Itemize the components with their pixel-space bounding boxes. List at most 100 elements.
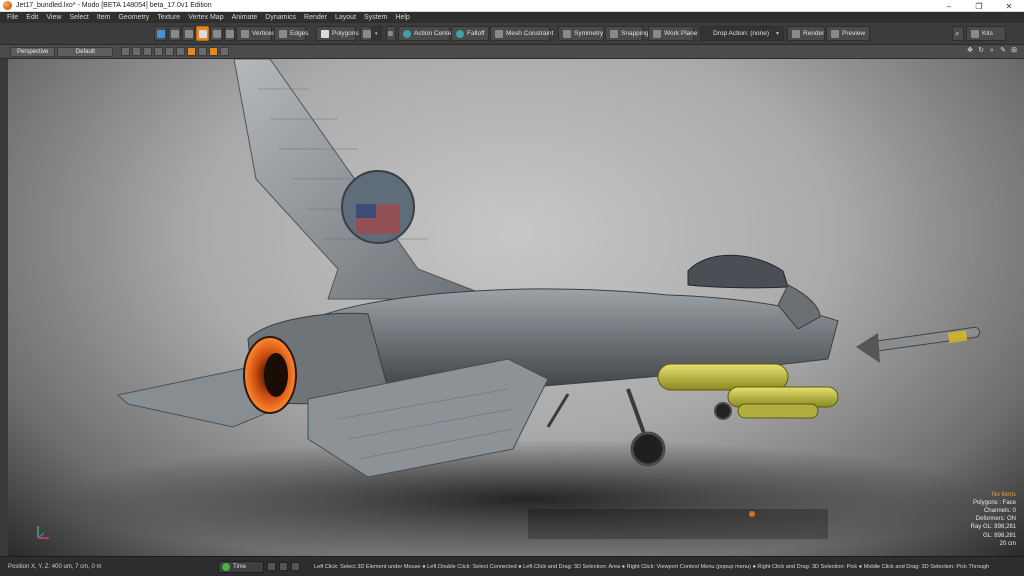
preview-button[interactable]: Preview <box>826 26 870 41</box>
menu-view[interactable]: View <box>42 12 65 23</box>
symmetry-icon <box>563 29 571 38</box>
component-mode-button[interactable] <box>196 26 209 41</box>
vertices-label: Vertices <box>252 30 276 37</box>
modo-window: Jet17_bundled.lxo* - Modo [BETA 148054] … <box>0 0 1024 576</box>
window-controls: – ❐ ✕ <box>934 0 1024 12</box>
landing-gear-wheel <box>630 431 666 467</box>
active-mode-icon[interactable] <box>187 47 197 56</box>
backdrop-icon[interactable] <box>176 47 186 56</box>
search-button[interactable]: ⌕ <box>952 26 964 41</box>
channels-info: Channels: 0 <box>983 507 1016 514</box>
missile-pod <box>737 403 819 419</box>
menu-item[interactable]: Item <box>93 12 115 23</box>
edges-label: Edges <box>290 30 309 37</box>
record-icon[interactable] <box>279 562 288 571</box>
edges-button[interactable]: Edges <box>274 26 309 41</box>
menu-render[interactable]: Render <box>300 12 331 23</box>
maximize-view-icon[interactable]: ⊞ <box>1010 47 1018 55</box>
wireframe-icon[interactable] <box>121 47 131 56</box>
select-element-button[interactable] <box>168 26 181 41</box>
selection-dropdown[interactable]: ▾ <box>373 26 382 41</box>
menu-texture[interactable]: Texture <box>153 12 184 23</box>
menu-dynamics[interactable]: Dynamics <box>261 12 300 23</box>
search-icon: ⌕ <box>955 28 960 38</box>
snapping-icon <box>610 29 618 38</box>
color-icon[interactable] <box>209 47 219 56</box>
layout-icon[interactable] <box>291 562 300 571</box>
no-items-label: No Items <box>991 491 1016 498</box>
falloff-icon <box>456 29 464 38</box>
close-button[interactable]: ✕ <box>994 0 1024 12</box>
work-plane-button[interactable]: Work Plane <box>648 26 697 41</box>
menu-edit[interactable]: Edit <box>22 12 42 23</box>
select-mode-button[interactable] <box>154 26 167 41</box>
rotate-view-icon[interactable]: ↻ <box>977 47 985 55</box>
viewport-info-panel: No Items Polygons : Face Channels: 0 Def… <box>971 491 1016 548</box>
menu-animate[interactable]: Animate <box>228 12 262 23</box>
menu-vertex-map[interactable]: Vertex Map <box>184 12 227 23</box>
action-center-button[interactable]: Action Center <box>398 26 454 41</box>
texture-icon[interactable] <box>165 47 175 56</box>
menu-geometry[interactable]: Geometry <box>114 12 153 23</box>
kits-icon <box>971 29 979 38</box>
menu-layout[interactable]: Layout <box>331 12 360 23</box>
render-icon <box>792 29 800 38</box>
chevron-down-icon: ▾ <box>776 31 780 37</box>
polygon-icon <box>321 29 329 38</box>
menu-select[interactable]: Select <box>65 12 92 23</box>
keyframe-icon[interactable] <box>267 562 276 571</box>
kits-label: Kits <box>982 30 993 37</box>
material-mode-button[interactable] <box>210 26 223 41</box>
polygons-button[interactable]: Polygons <box>316 26 359 41</box>
falloff-button[interactable]: Falloff <box>451 26 489 41</box>
status-icons <box>267 562 300 571</box>
pen-icon[interactable]: ✎ <box>999 47 1007 55</box>
bomb-pod <box>657 363 789 391</box>
mesh-constraint-icon <box>495 29 503 38</box>
isolate-icon[interactable] <box>198 47 208 56</box>
shading-dropdown[interactable]: Default <box>57 46 114 57</box>
menu-help[interactable]: Help <box>391 12 413 23</box>
drop-action-select[interactable]: Drop Action: (none) ▾ <box>700 26 784 41</box>
jet-render <box>58 59 998 556</box>
nose-gear-wheel <box>714 402 732 420</box>
ray-gl-info: Ray GL: 898,281 <box>970 524 1016 531</box>
pivot-mode-button[interactable] <box>224 26 235 41</box>
snapping-button[interactable]: Snapping <box>605 26 648 41</box>
falloff-label: Falloff <box>467 30 485 37</box>
clock-icon <box>222 562 230 571</box>
menu-file[interactable]: File <box>3 12 22 23</box>
material-icon <box>213 29 221 38</box>
render-button[interactable]: Render <box>787 26 825 41</box>
item-select-button[interactable] <box>360 26 372 41</box>
status-bar: Position X, Y, Z: 400 um, 7 cm, 0 m Time… <box>0 556 1024 576</box>
main-toolbar: Vertices Edges Polygons ▾ Action Center … <box>0 23 1024 45</box>
action-center-toggle[interactable] <box>386 26 396 41</box>
action-center-label: Action Center <box>414 30 454 37</box>
work-plane-icon <box>653 29 661 38</box>
viewport-option-icons <box>121 47 230 56</box>
mesh-constraint-label: Mesh Constraint <box>506 30 554 37</box>
menu-system[interactable]: System <box>360 12 391 23</box>
settings-icon[interactable] <box>220 47 230 56</box>
maximize-button[interactable]: ❐ <box>964 0 994 12</box>
camera-icon[interactable] <box>143 47 153 56</box>
zoom-view-icon[interactable]: ⌕ <box>988 47 996 55</box>
symmetry-button[interactable]: Symmetry <box>558 26 604 41</box>
rear-gear-strut <box>546 393 570 428</box>
grid-icon[interactable] <box>132 47 142 56</box>
select-item-button[interactable] <box>182 26 195 41</box>
snapping-label: Snapping <box>621 30 649 37</box>
3d-viewport[interactable]: No Items Polygons : Face Channels: 0 Def… <box>8 59 1024 556</box>
view-type-dropdown[interactable]: Perspective <box>10 46 56 57</box>
preview-icon <box>831 29 839 38</box>
move-view-icon[interactable]: ✥ <box>966 47 974 55</box>
light-icon[interactable] <box>154 47 164 56</box>
kits-button[interactable]: Kits <box>966 26 1006 41</box>
time-button[interactable]: Time <box>218 560 264 573</box>
minimize-button[interactable]: – <box>934 0 964 12</box>
preview-label: Preview <box>842 30 866 37</box>
vertices-button[interactable]: Vertices <box>236 26 276 41</box>
input-hints: Left Click: Select 3D Element under Mous… <box>314 563 990 570</box>
mesh-constraint-button[interactable]: Mesh Constraint <box>490 26 554 41</box>
